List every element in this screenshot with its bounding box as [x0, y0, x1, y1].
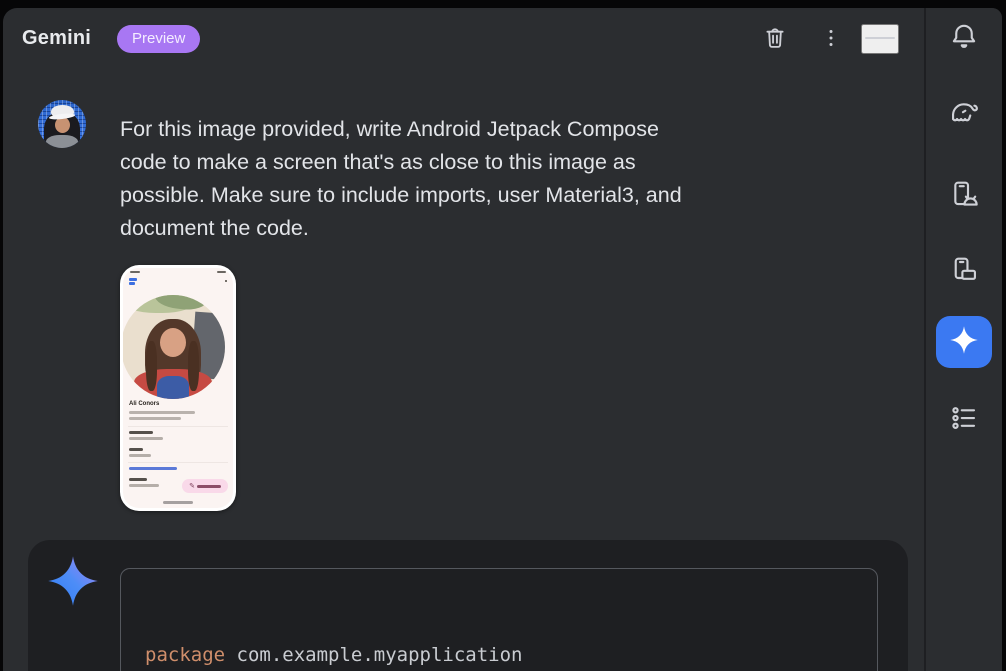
photo-hair-strand: [188, 341, 199, 391]
profile-value-bar: [129, 437, 163, 440]
attached-image-phone-mockup[interactable]: Ali Conors ✎: [120, 265, 236, 511]
phone-overflow-dot: [225, 280, 227, 282]
running-devices-button[interactable]: [948, 256, 980, 288]
trash-icon: [762, 25, 788, 54]
more-options-button[interactable]: [816, 24, 846, 54]
bell-icon: [949, 21, 979, 56]
phone-home-indicator: [163, 501, 193, 504]
profile-value-bar: [129, 454, 151, 457]
photo-face: [160, 328, 186, 357]
gemini-spark-icon: [949, 325, 979, 360]
profile-subtitle-bar: [129, 411, 195, 414]
device-manager-icon: [948, 179, 980, 216]
notifications-button[interactable]: [948, 22, 980, 54]
photo-hair-strand: [146, 341, 157, 391]
profile-link-bar: [129, 467, 177, 470]
device-manager-button[interactable]: [948, 181, 980, 213]
profile-value-bar: [129, 484, 159, 487]
panel-title: Gemini: [22, 27, 91, 50]
user-avatar: [38, 100, 86, 148]
user-message-line: possible. Make sure to include imports, …: [120, 179, 880, 212]
tasks-list-button[interactable]: [948, 404, 980, 436]
tasks-list-icon: [949, 403, 979, 438]
phone-status-left: [130, 271, 140, 273]
running-devices-icon: [948, 254, 980, 291]
user-message-line: document the code.: [120, 212, 880, 245]
profile-photo: [123, 295, 225, 399]
edit-profile-button: ✎: [182, 479, 228, 493]
profile-name: Ali Conors: [129, 401, 159, 407]
photo-shirt: [157, 376, 189, 399]
gemini-tool-window: Gemini Preview For: [3, 8, 1002, 671]
profile-subtitle-bar: [129, 417, 181, 420]
profile-divider: [128, 426, 228, 427]
avatar-shoulders: [46, 135, 78, 148]
hide-panel-button[interactable]: [861, 24, 899, 54]
minimize-icon: [863, 26, 897, 53]
gemini-stripe-button-active[interactable]: [936, 316, 992, 368]
pencil-icon: ✎: [189, 482, 195, 490]
gradle-tool-button[interactable]: [948, 99, 980, 131]
phone-screen: Ali Conors ✎: [123, 268, 233, 508]
tool-stripe: [926, 8, 1002, 671]
gemini-spark-icon: [46, 554, 100, 608]
clear-chat-button[interactable]: [760, 24, 790, 54]
user-message-line: For this image provided, write Android J…: [120, 113, 880, 146]
edit-profile-text-bar: [197, 485, 221, 488]
gradle-icon: [948, 97, 980, 134]
user-message-line: code to make a screen that's as close to…: [120, 146, 880, 179]
user-message: For this image provided, write Android J…: [120, 113, 880, 245]
code-text: com.example.myapplication: [225, 644, 522, 666]
kebab-menu-icon: [819, 26, 843, 53]
phone-status-right: [217, 271, 226, 273]
code-keyword: package: [145, 644, 225, 666]
profile-label-bar: [129, 448, 143, 451]
profile-divider: [128, 462, 228, 463]
profile-label-bar: [129, 478, 147, 481]
code-block[interactable]: package com.example.myapplication import…: [120, 568, 878, 671]
code-line: package com.example.myapplication: [145, 642, 853, 668]
gemini-response-bubble: package com.example.myapplication import…: [28, 540, 908, 671]
preview-badge: Preview: [117, 25, 200, 53]
profile-label-bar: [129, 431, 153, 434]
phone-appbar-icon: [129, 278, 137, 285]
